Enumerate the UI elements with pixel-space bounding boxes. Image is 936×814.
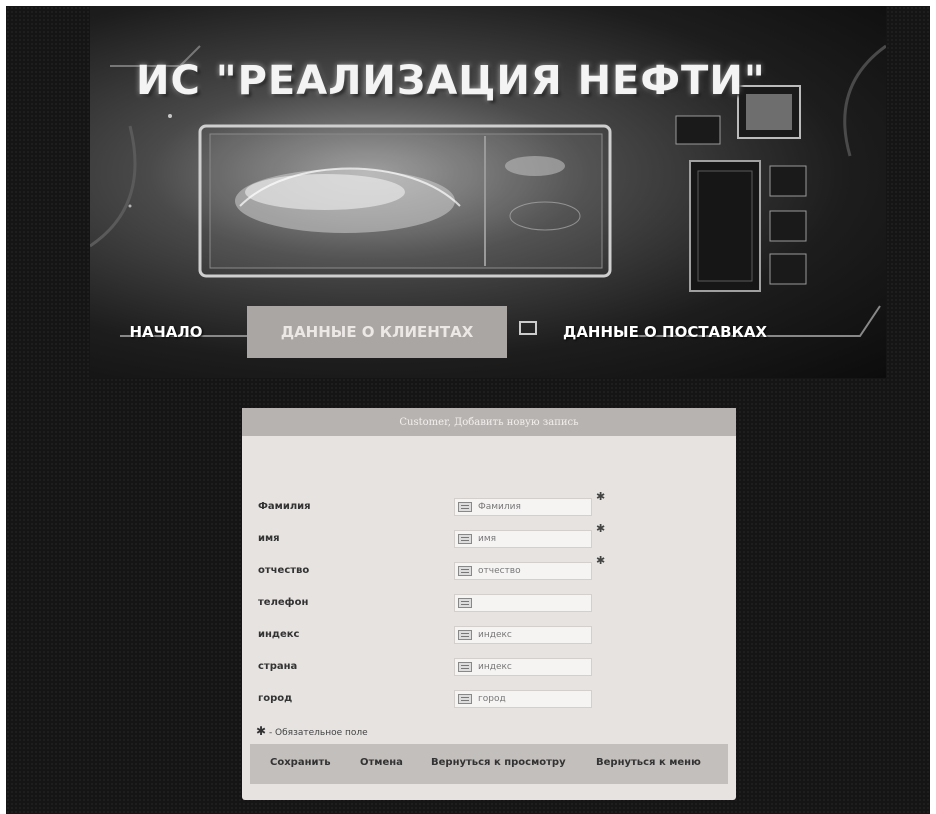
keyboard-icon (458, 534, 472, 544)
required-asterisk: ✱ (596, 490, 606, 503)
nav-item-clients[interactable]: ДАННЫЕ О КЛИЕНТАХ (247, 306, 507, 358)
firstname-label: имя (258, 533, 280, 544)
form-row-firstname: имя ✱ (258, 522, 718, 550)
required-asterisk: ✱ (596, 554, 606, 567)
phone-input[interactable] (478, 598, 578, 608)
index-label: индекс (258, 629, 300, 640)
patronymic-input[interactable] (478, 566, 578, 576)
patronymic-field-box (454, 562, 592, 580)
firstname-field-box (454, 530, 592, 548)
keyboard-icon (458, 598, 472, 608)
required-asterisk: ✱ (256, 724, 267, 738)
required-field-note: ✱ - Обязательное поле (256, 724, 368, 738)
form-row-country: страна (258, 658, 718, 678)
form-row-phone: телефон (258, 594, 718, 614)
form-header: Customer, Добавить новую запись (242, 408, 736, 436)
country-field-box (454, 658, 592, 676)
form-row-lastname: Фамилия ✱ (258, 490, 718, 518)
save-button[interactable]: Сохранить (270, 757, 331, 768)
lastname-input[interactable] (478, 502, 578, 512)
form-button-bar: Сохранить Отмена Вернуться к просмотру В… (250, 744, 728, 784)
patronymic-label: отчество (258, 565, 310, 576)
keyboard-icon (458, 502, 472, 512)
keyboard-icon (458, 630, 472, 640)
cancel-button[interactable]: Отмена (360, 757, 403, 768)
country-input[interactable] (478, 662, 578, 672)
required-note-text: - Обязательное поле (268, 728, 368, 738)
index-input[interactable] (478, 630, 578, 640)
form-row-index: индекс (258, 626, 718, 646)
city-field-box (454, 690, 592, 708)
city-input[interactable] (478, 694, 578, 704)
site-title: ИС "РЕАЛИЗАЦИЯ НЕФТИ" (136, 58, 766, 104)
nav-item-supplies[interactable]: ДАННЫЕ О ПОСТАВКАХ (530, 306, 800, 358)
back-to-view-button[interactable]: Вернуться к просмотру (431, 757, 566, 768)
index-field-box (454, 626, 592, 644)
back-to-menu-button[interactable]: Вернуться к меню (596, 757, 701, 768)
phone-label: телефон (258, 597, 309, 608)
keyboard-icon (458, 694, 472, 704)
customer-form-panel: Customer, Добавить новую запись Фамилия … (242, 408, 736, 800)
country-label: страна (258, 661, 298, 672)
firstname-input[interactable] (478, 534, 578, 544)
header-banner: ИС "РЕАЛИЗАЦИЯ НЕФТИ" НАЧАЛО ДАННЫЕ О КЛ… (90, 6, 886, 378)
keyboard-icon (458, 662, 472, 672)
nav-item-start[interactable]: НАЧАЛО (126, 306, 206, 358)
page: ИС "РЕАЛИЗАЦИЯ НЕФТИ" НАЧАЛО ДАННЫЕ О КЛ… (6, 6, 930, 814)
form-row-patronymic: отчество ✱ (258, 554, 718, 582)
phone-field-box (454, 594, 592, 612)
required-asterisk: ✱ (596, 522, 606, 535)
keyboard-icon (458, 566, 472, 576)
form-row-city: город (258, 690, 718, 710)
lastname-label: Фамилия (258, 501, 311, 512)
city-label: город (258, 693, 293, 704)
lastname-field-box (454, 498, 592, 516)
